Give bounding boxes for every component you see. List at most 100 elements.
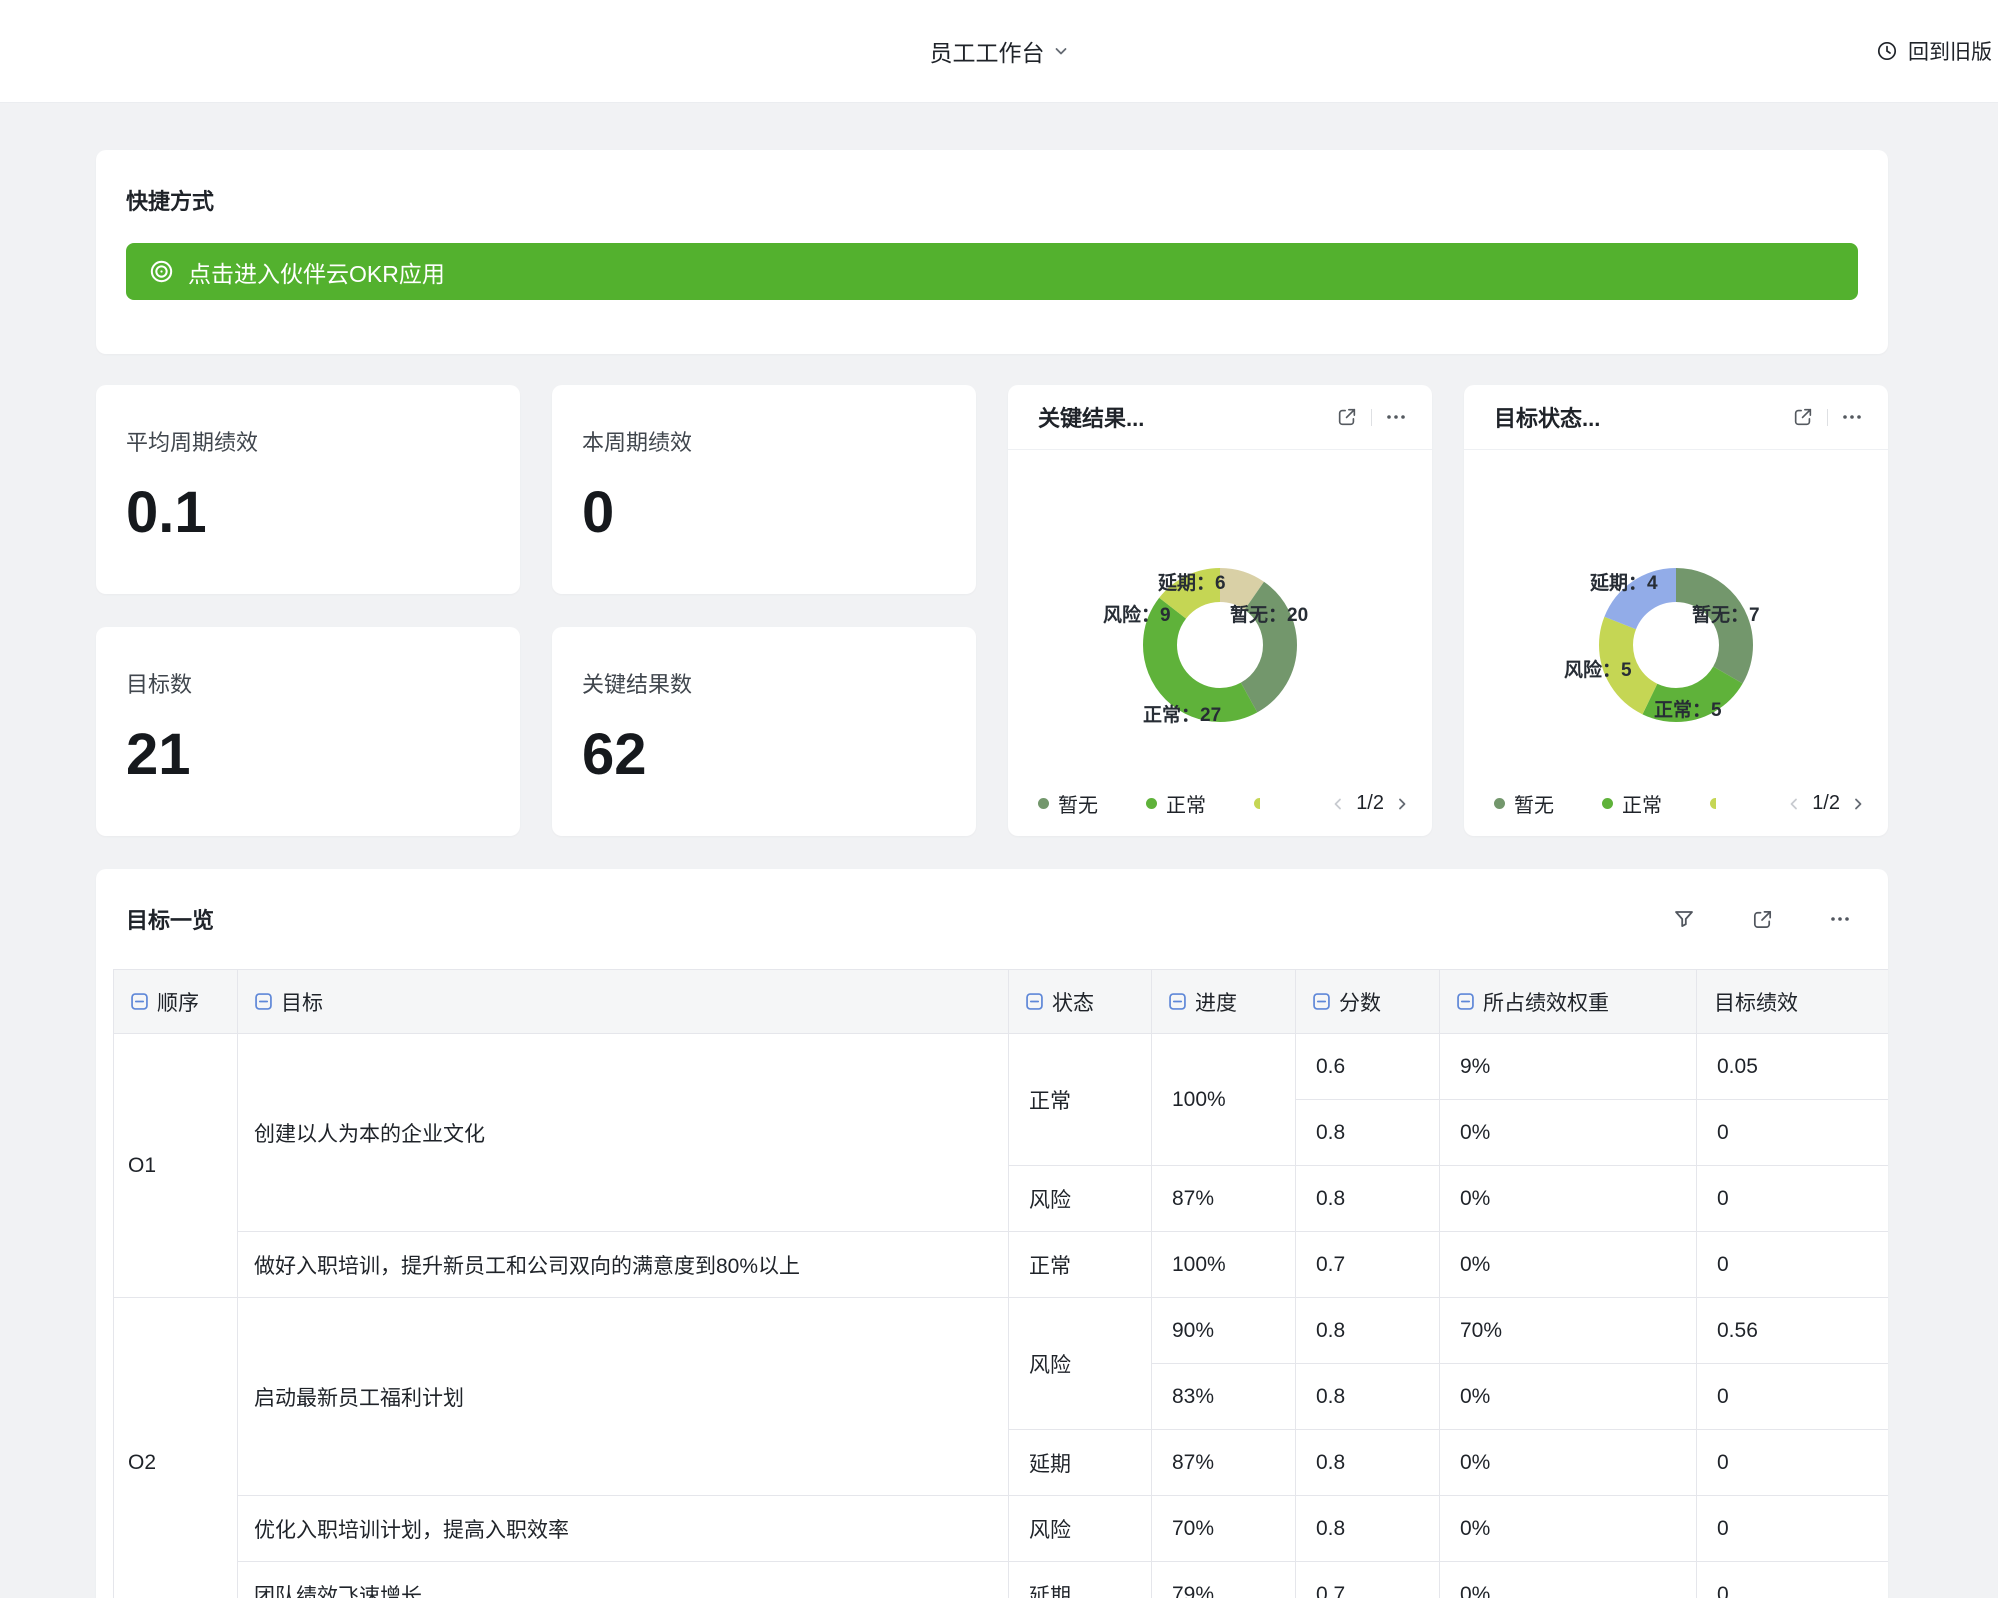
back-to-old-version-link[interactable]: 回到旧版: [1875, 0, 1992, 102]
legend-pager: 1/2: [1330, 792, 1410, 815]
cell-status: 正常: [1009, 1232, 1152, 1298]
donut-chart-area: 延期：6暂无：20正常：27风险：9: [1008, 450, 1432, 786]
cell-order: O1: [114, 1034, 238, 1298]
legend-dot: [1038, 798, 1049, 809]
cell-perf: 0: [1697, 1364, 1889, 1430]
stat-value: 0: [582, 479, 946, 546]
table-row: O2启动最新员工福利计划风险90%0.870%0.56: [114, 1298, 1889, 1364]
legend-label: 正常: [1166, 789, 1206, 818]
legend-label: 暂无: [1058, 789, 1098, 818]
donut-label-风险: 风险：5: [1564, 655, 1632, 682]
stat-card-goal-count: 目标数 21: [96, 627, 520, 836]
back-label: 回到旧版: [1908, 36, 1992, 66]
cell-progress: 79%: [1152, 1562, 1296, 1598]
cell-score: 0.6: [1296, 1034, 1440, 1100]
collapse-column-icon[interactable]: [1313, 993, 1330, 1010]
chart-header: 目标状态...: [1464, 385, 1888, 450]
column-label: 所占绩效权重: [1483, 987, 1609, 1017]
cell-weight: 9%: [1440, 1034, 1697, 1100]
cell-score: 0.8: [1296, 1166, 1440, 1232]
donut-label-暂无: 暂无：20: [1230, 600, 1308, 627]
legend-item-风险: 风险: [1710, 789, 1716, 818]
chart-legend: 暂无正常风险: [1494, 789, 1716, 818]
open-in-new-icon[interactable]: [1746, 903, 1778, 935]
cell-weight: 0%: [1440, 1562, 1697, 1598]
legend-dot: [1494, 798, 1505, 809]
column-header-progress[interactable]: 进度: [1152, 970, 1296, 1034]
stat-value: 62: [582, 721, 946, 788]
donut-label-暂无: 暂无：7: [1692, 600, 1760, 627]
stat-column-1: 平均周期绩效 0.1 目标数 21: [96, 385, 520, 836]
goals-table: 顺序目标状态进度分数所占绩效权重目标绩效O1创建以人为本的企业文化正常100%0…: [113, 969, 1888, 1598]
cell-perf: 0.05: [1697, 1034, 1889, 1100]
cell-status: 风险: [1009, 1166, 1152, 1232]
pager-prev-icon[interactable]: [1786, 796, 1802, 812]
cell-score: 0.8: [1296, 1364, 1440, 1430]
open-in-new-icon[interactable]: [1331, 401, 1363, 433]
topbar: 员工工作台 回到旧版: [0, 0, 1998, 103]
cell-status: 风险: [1009, 1298, 1152, 1430]
donut-label-风险: 风险：9: [1103, 600, 1171, 627]
key-results-chart-card: 关键结果... 延期：6暂无：20正常：27风险：9 暂无正常风险: [1008, 385, 1432, 836]
cell-goal: 创建以人为本的企业文化: [238, 1034, 1009, 1232]
stat-label: 本周期绩效: [582, 425, 946, 457]
history-icon: [1875, 39, 1899, 63]
column-header-goal[interactable]: 目标: [238, 970, 1009, 1034]
cell-goal: 优化入职培训计划，提高入职效率: [238, 1496, 1009, 1562]
goals-actions: [1668, 903, 1856, 935]
column-label: 进度: [1195, 987, 1237, 1017]
cell-goal: 启动最新员工福利计划: [238, 1298, 1009, 1496]
cell-score: 0.8: [1296, 1100, 1440, 1166]
okr-shortcut-button[interactable]: 点击进入伙伴云OKR应用: [126, 243, 1858, 300]
pager-label: 1/2: [1812, 792, 1840, 815]
cell-status: 延期: [1009, 1430, 1152, 1496]
column-header-perf[interactable]: 目标绩效: [1697, 970, 1889, 1034]
okr-button-label: 点击进入伙伴云OKR应用: [188, 255, 445, 289]
collapse-column-icon[interactable]: [131, 993, 148, 1010]
table-row: 团队绩效飞速增长延期79%0.70%0: [114, 1562, 1889, 1598]
legend-dot: [1254, 798, 1260, 809]
cell-weight: 70%: [1440, 1298, 1697, 1364]
stat-column-2: 本周期绩效 0 关键结果数 62: [552, 385, 976, 836]
column-label: 顺序: [157, 987, 199, 1017]
filter-icon[interactable]: [1668, 903, 1700, 935]
goal-status-chart-card: 目标状态... 暂无：7正常：5风险：5延期：4 暂无正常风险: [1464, 385, 1888, 836]
chart-legend: 暂无正常风险: [1038, 789, 1260, 818]
more-icon[interactable]: [1824, 903, 1856, 935]
collapse-column-icon[interactable]: [1457, 993, 1474, 1010]
column-label: 目标: [281, 987, 323, 1017]
open-in-new-icon[interactable]: [1787, 401, 1819, 433]
stat-card-key-result-count: 关键结果数 62: [552, 627, 976, 836]
shortcut-card: 快捷方式 点击进入伙伴云OKR应用: [96, 150, 1888, 354]
column-header-order[interactable]: 顺序: [114, 970, 238, 1034]
table-row: 做好入职培训，提升新员工和公司双向的满意度到80%以上正常100%0.70%0: [114, 1232, 1889, 1298]
legend-item-暂无: 暂无: [1038, 789, 1098, 818]
pager-next-icon[interactable]: [1850, 796, 1866, 812]
collapse-column-icon[interactable]: [255, 993, 272, 1010]
divider: [1371, 409, 1372, 426]
column-header-weight[interactable]: 所占绩效权重: [1440, 970, 1697, 1034]
collapse-column-icon[interactable]: [1169, 993, 1186, 1010]
stat-label: 关键结果数: [582, 667, 946, 699]
pager-next-icon[interactable]: [1394, 796, 1410, 812]
stat-label: 平均周期绩效: [126, 425, 490, 457]
cell-weight: 0%: [1440, 1100, 1697, 1166]
more-icon[interactable]: [1836, 401, 1868, 433]
pager-prev-icon[interactable]: [1330, 796, 1346, 812]
workspace-switcher[interactable]: 员工工作台: [930, 34, 1069, 68]
chart-title: 目标状态...: [1494, 401, 1787, 433]
cell-status: 正常: [1009, 1034, 1152, 1166]
more-icon[interactable]: [1380, 401, 1412, 433]
legend-item-暂无: 暂无: [1494, 789, 1554, 818]
stat-card-avg-cycle: 平均周期绩效 0.1: [96, 385, 520, 594]
column-header-status[interactable]: 状态: [1009, 970, 1152, 1034]
column-label: 目标绩效: [1714, 987, 1798, 1017]
collapse-column-icon[interactable]: [1026, 993, 1043, 1010]
column-label: 分数: [1339, 987, 1381, 1017]
cell-perf: 0: [1697, 1496, 1889, 1562]
cell-weight: 0%: [1440, 1232, 1697, 1298]
donut-label-正常: 正常：5: [1654, 695, 1722, 722]
table-row: 优化入职培训计划，提高入职效率风险70%0.80%0: [114, 1496, 1889, 1562]
cell-perf: 0: [1697, 1430, 1889, 1496]
column-header-score[interactable]: 分数: [1296, 970, 1440, 1034]
